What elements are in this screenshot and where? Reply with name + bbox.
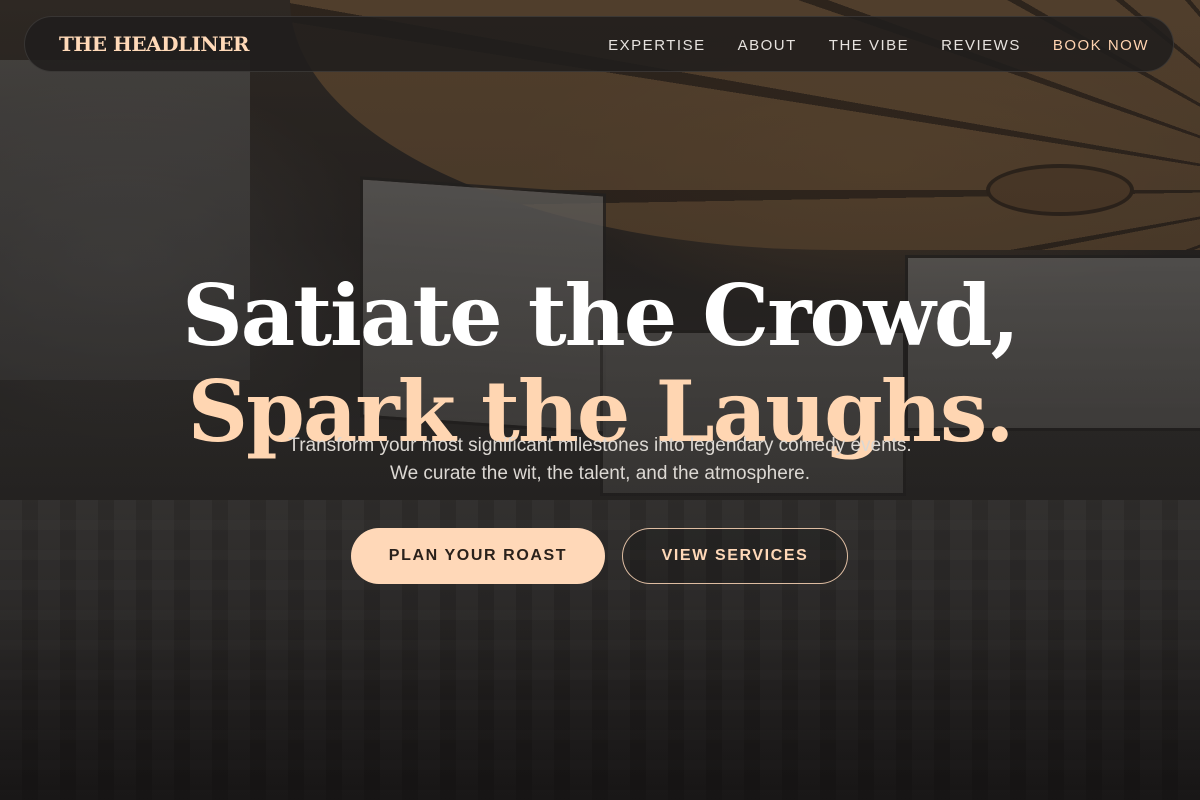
hero-section: THE HEADLINER EXPERTISE ABOUT THE VIBE R… xyxy=(0,0,1200,800)
nav-link-the-vibe[interactable]: THE VIBE xyxy=(829,37,909,54)
nav-link-book-now[interactable]: BOOK NOW xyxy=(1053,37,1149,54)
nav-link-expertise[interactable]: EXPERTISE xyxy=(608,37,705,54)
nav-links: EXPERTISE ABOUT THE VIBE REVIEWS BOOK NO… xyxy=(608,17,1149,73)
view-services-button[interactable]: VIEW SERVICES xyxy=(622,528,848,584)
site-logo[interactable]: THE HEADLINER xyxy=(59,32,250,56)
top-navbar: THE HEADLINER EXPERTISE ABOUT THE VIBE R… xyxy=(24,16,1174,72)
nav-link-reviews[interactable]: REVIEWS xyxy=(941,37,1021,54)
nav-link-about[interactable]: ABOUT xyxy=(738,37,797,54)
hero-subtitle: Transform your most significant mileston… xyxy=(288,435,912,484)
plan-your-roast-button[interactable]: PLAN YOUR ROAST xyxy=(351,528,605,584)
hero-headline-line1: Satiate the Crowd, xyxy=(182,266,1020,366)
